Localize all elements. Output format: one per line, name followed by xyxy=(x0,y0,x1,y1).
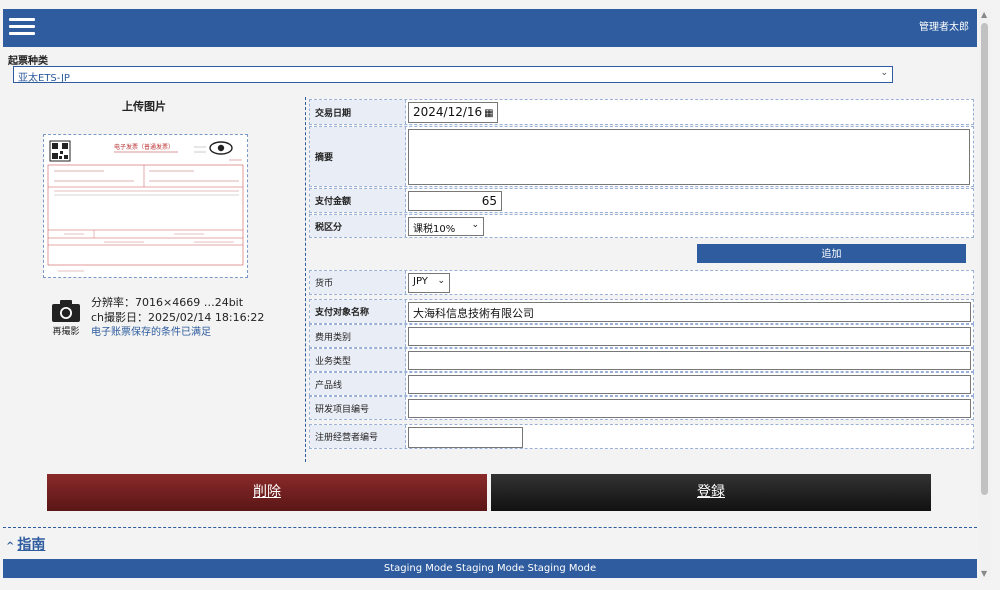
retake-button[interactable]: 再撮影 xyxy=(49,299,83,337)
doc-type-select[interactable]: 亚太ETS-JP ⌄ xyxy=(13,66,893,84)
business-type-field[interactable] xyxy=(408,351,971,370)
row-business-type: 业务类型 xyxy=(309,348,974,372)
currency-label: 货币 xyxy=(310,271,406,294)
resolution-text: 分辨率：7016×4669 …24bit xyxy=(91,296,244,309)
hamburger-icon[interactable] xyxy=(9,15,35,39)
guide-toggle[interactable]: ^ 指南 xyxy=(6,534,45,554)
row-trade-date: 交易日期 2024/12/16 ▦ xyxy=(309,99,974,125)
currency-select[interactable]: JPY ⌄ xyxy=(408,273,450,293)
row-tax: 税区分 课税10% ⌄ xyxy=(309,214,974,238)
row-payee: 支付对象名称 大海科信息技術有限公司 xyxy=(309,299,974,324)
product-line-label: 产品线 xyxy=(310,373,406,395)
delete-button[interactable]: 削除 xyxy=(47,474,487,511)
guide-label: 指南 xyxy=(17,537,46,553)
triangle-down-icon[interactable]: ▼ xyxy=(981,570,987,578)
qr-code-icon xyxy=(49,140,71,162)
trade-date-field[interactable]: 2024/12/16 ▦ xyxy=(408,102,498,123)
row-expense-category: 费用类别 xyxy=(309,324,974,348)
tax-select[interactable]: 课税10% ⌄ xyxy=(408,217,484,236)
triangle-up-icon[interactable]: ▲ xyxy=(981,11,987,19)
chevron-down-icon: ⌄ xyxy=(880,68,888,78)
tax-selected-value: 课税10% xyxy=(413,224,456,235)
top-header-bar: 管理者太郎 xyxy=(3,9,977,47)
summary-textarea[interactable] xyxy=(408,129,970,185)
image-info: 分辨率：7016×4669 …24bit ch撮影日：2025/02/14 18… xyxy=(91,295,264,340)
row-product-line: 产品线 xyxy=(309,372,974,396)
registration-no-label: 注册经营者编号 xyxy=(310,425,406,448)
chevron-up-icon: ^ xyxy=(6,541,15,552)
row-amount: 支付金额 65 xyxy=(309,188,974,213)
calendar-icon[interactable]: ▦ xyxy=(484,108,493,119)
panel-divider xyxy=(305,97,306,462)
chevron-down-icon: ⌄ xyxy=(437,276,445,286)
guide-divider xyxy=(3,527,977,528)
row-currency: 货币 JPY ⌄ xyxy=(309,270,974,295)
trade-date-value: 2024/12/16 xyxy=(413,105,483,119)
receipt-title: 电子发票（普通发票） xyxy=(114,143,174,151)
receipt-image[interactable]: 电子发票（普通发票） xyxy=(43,134,248,278)
product-line-field[interactable] xyxy=(408,375,971,394)
page-scrollbar[interactable]: ▲ ▼ xyxy=(979,9,991,580)
chevron-down-icon: ⌄ xyxy=(471,220,479,230)
row-registration-no: 注册经营者编号 xyxy=(309,424,974,449)
amount-field[interactable]: 65 xyxy=(408,191,502,211)
doc-type-selected-value: 亚太ETS-JP xyxy=(18,73,70,84)
retake-label: 再撮影 xyxy=(52,327,80,337)
storage-condition-status: 电子账票保存的条件已满足 xyxy=(91,327,211,338)
upload-title: 上传图片 xyxy=(122,100,166,113)
amount-label: 支付金额 xyxy=(310,189,406,212)
rd-project-label: 研发项目编号 xyxy=(310,397,406,419)
payee-field[interactable]: 大海科信息技術有限公司 xyxy=(408,302,971,322)
register-button[interactable]: 登録 xyxy=(491,474,931,511)
admin-user-name[interactable]: 管理者太郎 xyxy=(919,18,969,33)
capture-date-text: ch撮影日：2025/02/14 18:16:22 xyxy=(91,311,265,324)
scrollbar-thumb[interactable] xyxy=(981,23,988,495)
currency-selected-value: JPY xyxy=(413,276,428,287)
business-type-label: 业务类型 xyxy=(310,349,406,371)
payee-label: 支付对象名称 xyxy=(310,300,406,323)
registration-no-field[interactable] xyxy=(408,427,523,448)
summary-label: 摘要 xyxy=(310,127,406,186)
doc-type-label: 起票种类 xyxy=(8,56,48,67)
row-summary: 摘要 xyxy=(309,126,974,187)
camera-icon xyxy=(52,300,80,322)
expense-category-label: 费用类别 xyxy=(310,325,406,347)
tax-label: 税区分 xyxy=(310,215,406,237)
expense-category-field[interactable] xyxy=(408,327,971,346)
add-button[interactable]: 追加 xyxy=(697,244,966,263)
staging-mode-banner: Staging Mode Staging Mode Staging Mode xyxy=(3,559,977,578)
rd-project-field[interactable] xyxy=(408,399,971,418)
trade-date-label: 交易日期 xyxy=(310,100,406,124)
eye-icon xyxy=(209,141,233,155)
row-rd-project: 研发项目编号 xyxy=(309,396,974,420)
